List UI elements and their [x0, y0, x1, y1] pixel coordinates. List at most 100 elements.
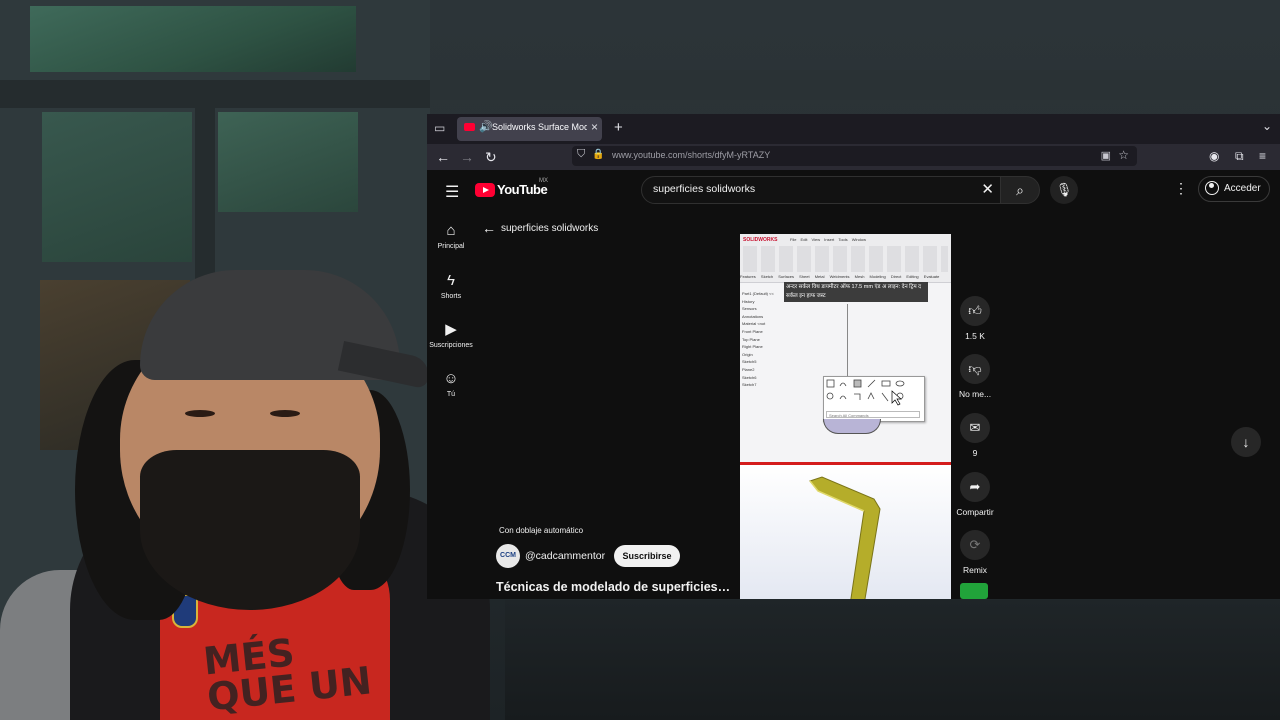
tree-item: History: [742, 298, 755, 304]
channel-handle[interactable]: @cadcammentor: [525, 550, 605, 562]
comment-count: 9: [972, 448, 978, 458]
tab-active[interactable]: 🔊 Solidworks Surface Mod ×: [457, 117, 602, 141]
sketch-line: [847, 304, 848, 376]
tree-item: Origin: [742, 351, 753, 357]
you-icon: ☺: [443, 370, 459, 387]
bent-tube-model: [809, 476, 881, 599]
subscribe-button[interactable]: Suscribirse: [614, 545, 680, 567]
tab-list-icon[interactable]: ▭: [434, 122, 446, 134]
audio-track-thumbnail[interactable]: [960, 583, 988, 599]
search-input[interactable]: superficies solidworks ✕: [641, 176, 1001, 204]
back-icon[interactable]: ←: [436, 149, 450, 165]
sidebar-item-label: Shorts: [440, 293, 462, 300]
sidebar-item-label: Principal: [437, 243, 465, 250]
youtube-wordmark: YouTube: [497, 182, 548, 197]
comments-button[interactable]: ✉ 9: [955, 413, 995, 458]
forward-icon[interactable]: →: [460, 149, 474, 165]
sidebar-item-you[interactable]: ☺ Tú: [427, 370, 475, 398]
thumbs-down-icon: 👎︎: [960, 354, 990, 384]
remix-label: Remix: [962, 565, 988, 575]
tree-item: Right Plane: [742, 344, 763, 350]
address-bar[interactable]: ⛉ 🔒 www.youtube.com/shorts/dfyM-yRTAZY ▣…: [572, 146, 1137, 166]
shield-icon[interactable]: ⛉: [577, 148, 585, 161]
channel-avatar[interactable]: CCM: [496, 544, 520, 568]
account-circle-icon: [1205, 181, 1219, 195]
arrow-down-icon: ↓: [1242, 434, 1250, 450]
search-commands-field: Search All Commands: [826, 411, 920, 418]
close-icon[interactable]: ×: [591, 120, 598, 134]
remix-button[interactable]: ⟳ Remix: [955, 530, 995, 575]
like-button[interactable]: 👍︎ 1.5 K: [955, 296, 995, 341]
chevron-down-icon[interactable]: ⌄: [1262, 119, 1272, 133]
navigation-bar: ← → ↻ ⛉ 🔒 www.youtube.com/shorts/dfyM-yR…: [427, 144, 1280, 170]
search-button[interactable]: ⌕: [1000, 176, 1040, 204]
dislike-label: No me...: [958, 389, 992, 399]
beard: [140, 450, 360, 610]
voice-search-button[interactable]: 🎙: [1050, 176, 1078, 204]
ceiling-beam: [360, 70, 1280, 100]
tree-item: Material <not: [742, 321, 766, 327]
tree-item: Sketch6: [742, 374, 757, 380]
video-caption: अन्दर सर्कल विथ डायमीटर ऑफ 17.5 mm एंड अ…: [784, 282, 928, 302]
youtube-favicon-icon: [464, 123, 475, 131]
eye: [270, 410, 300, 417]
tree-item: Sketch7: [742, 382, 757, 388]
sign-in-button[interactable]: Acceder: [1198, 176, 1270, 202]
lock-icon[interactable]: 🔒: [592, 149, 604, 160]
hamburger-menu-icon[interactable]: ≡: [1259, 149, 1266, 163]
video-title[interactable]: Técnicas de modelado de superficies…: [496, 580, 730, 594]
tree-item: Part1 (Default) <<: [742, 291, 774, 296]
dislike-button[interactable]: 👎︎ No me...: [955, 354, 995, 399]
account-icon[interactable]: ◉: [1209, 149, 1219, 163]
sidebar-item-shorts[interactable]: ϟ Shorts: [427, 272, 475, 300]
solidworks-menu: File Edit View Insert Tools Window: [790, 237, 866, 242]
sidebar-item-home[interactable]: ⌂ Principal: [427, 222, 475, 250]
sidebar-item-subscriptions[interactable]: ▶ Suscripciones: [427, 321, 475, 349]
next-video-button[interactable]: ↓: [1231, 427, 1261, 457]
url-text[interactable]: www.youtube.com/shorts/dfyM-yRTAZY: [612, 150, 770, 160]
tab-bar: ▭ 🔊 Solidworks Surface Mod × + ⌄: [427, 114, 1280, 144]
comment-icon: ✉: [960, 413, 990, 443]
thumbs-up-icon: 👍︎: [960, 296, 990, 326]
solidworks-screen: SOLIDWORKS File Edit View Insert Tools W…: [740, 234, 951, 464]
solidworks-tabs: Features Sketch Surfaces Sheet Metal Wel…: [740, 274, 940, 279]
tree-item: Top Plane: [742, 336, 760, 342]
browser-window: ▭ 🔊 Solidworks Surface Mod × + ⌄ ← → ↻ ⛉…: [427, 114, 1280, 599]
bookmark-star-icon[interactable]: ☆: [1118, 148, 1129, 162]
sketch-tool-icons: [826, 379, 905, 406]
reload-icon[interactable]: ↻: [485, 149, 497, 166]
speaker-icon[interactable]: 🔊: [479, 120, 493, 133]
clear-search-icon[interactable]: ✕: [981, 180, 994, 198]
guide-menu-icon[interactable]: ☰: [445, 182, 459, 202]
tree-item: Sensors: [742, 306, 757, 312]
back-arrow-icon[interactable]: ←: [482, 220, 496, 236]
3d-viewport: [740, 465, 951, 599]
window-mullion: [0, 80, 430, 108]
extensions-icon[interactable]: ⧉: [1235, 149, 1244, 164]
new-tab-icon[interactable]: +: [614, 119, 623, 136]
search-query[interactable]: superficies solidworks: [653, 183, 755, 195]
short-video-player[interactable]: SOLIDWORKS File Edit View Insert Tools W…: [740, 234, 951, 599]
window-pane: [30, 6, 356, 72]
tree-item: Front Plane: [742, 328, 763, 334]
reader-view-icon[interactable]: ▣: [1101, 149, 1111, 162]
floor-shadow: [505, 600, 1280, 720]
youtube-logo[interactable]: YouTube MX: [475, 178, 548, 197]
region-code: MX: [539, 178, 548, 184]
sidebar-item-label: Suscripciones: [429, 342, 473, 349]
remix-icon: ⟳: [960, 530, 990, 560]
more-options-icon[interactable]: ⋮: [1174, 180, 1188, 197]
auto-dub-label: Con doblaje automático: [499, 526, 584, 535]
solidworks-tool-icons: [743, 246, 948, 272]
sketch-semicircle: [823, 419, 881, 434]
shorts-icon: ϟ: [447, 272, 455, 289]
tab-title: Solidworks Surface Mod: [492, 122, 587, 132]
share-button[interactable]: ➦ Compartir: [955, 472, 995, 517]
subscriptions-icon: ▶: [445, 321, 457, 338]
share-icon: ➦: [960, 472, 990, 502]
eye: [185, 410, 215, 417]
feature-tree: Part1 (Default) << History Sensors Annot…: [742, 290, 782, 460]
youtube-play-icon: [475, 182, 495, 197]
microphone-icon: 🎙: [1055, 182, 1073, 197]
tree-item: Plane2: [742, 366, 755, 372]
